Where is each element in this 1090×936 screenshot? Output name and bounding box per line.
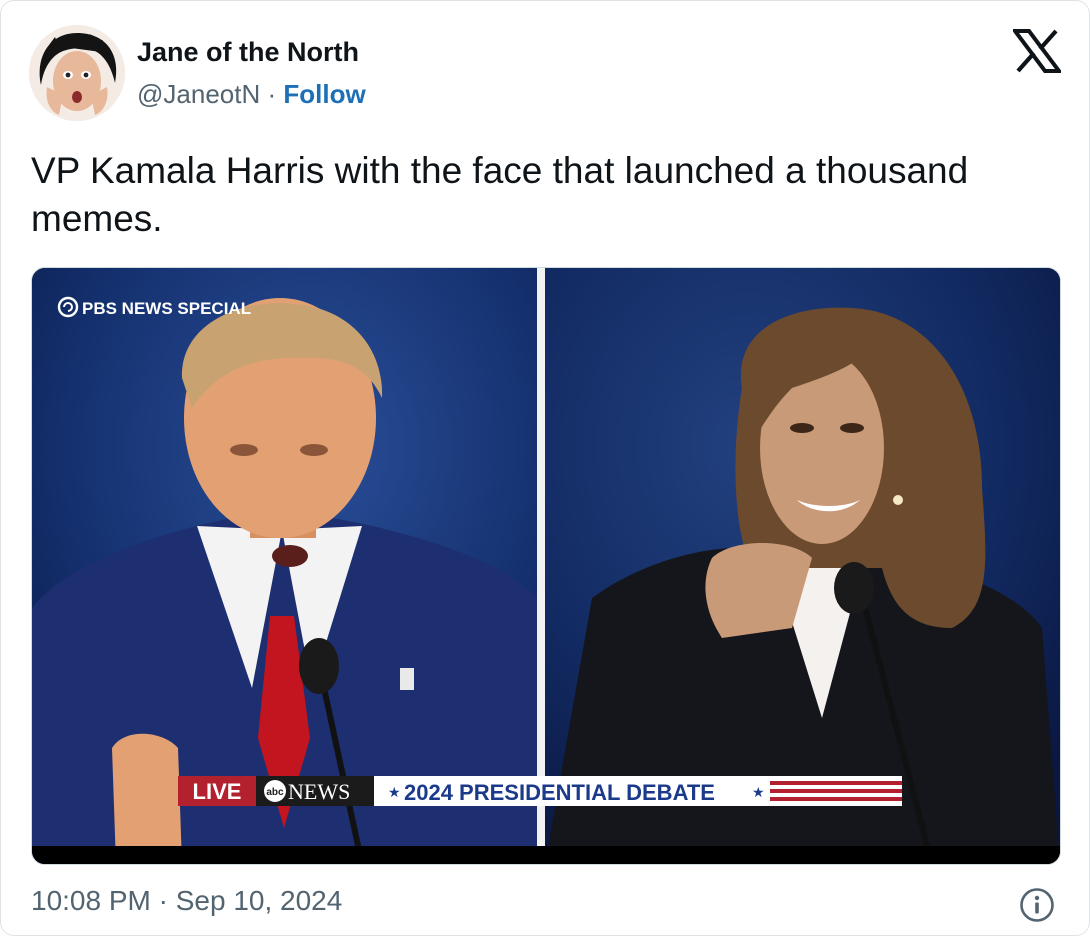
tweet-text: VP Kamala Harris with the face that laun… <box>31 150 969 239</box>
news-ticker: LIVE abc NEWS ★ 2024 PRESIDENTIAL DEBATE… <box>178 776 902 806</box>
avatar[interactable] <box>29 25 125 121</box>
ticker-live-label: LIVE <box>193 779 242 804</box>
timestamp[interactable]: 10:08 PM · Sep 10, 2024 <box>31 885 342 917</box>
follow-button[interactable]: Follow <box>283 79 365 109</box>
x-logo-icon[interactable] <box>1011 29 1063 73</box>
pbs-news-bug: PBS NEWS SPECIAL <box>57 296 251 318</box>
separator-dot: · <box>267 79 277 109</box>
tweet-card: Jane of the North @JaneotN · Follow VP K… <box>0 0 1090 936</box>
debate-screenshot: PBS NEWS SPECIAL LIVE abc NEWS ★ 2024 PR… <box>32 268 1060 864</box>
pbs-bug-text: PBS NEWS SPECIAL <box>82 299 251 318</box>
author-name[interactable]: Jane of the North <box>137 37 359 68</box>
tweet-media[interactable]: PBS NEWS SPECIAL LIVE abc NEWS ★ 2024 PR… <box>31 267 1061 865</box>
ticker-star-right: ★ <box>752 785 765 801</box>
author-handle[interactable]: @JaneotN <box>137 79 260 109</box>
info-icon[interactable] <box>1019 887 1055 923</box>
avatar-illustration <box>29 25 125 121</box>
ticker-star-left: ★ <box>388 785 401 801</box>
ticker-news-label: NEWS <box>288 779 350 804</box>
abc-logo-text: abc <box>266 787 284 798</box>
handle-row: @JaneotN · Follow <box>137 79 366 110</box>
ticker-debate-label: 2024 PRESIDENTIAL DEBATE <box>404 780 715 805</box>
